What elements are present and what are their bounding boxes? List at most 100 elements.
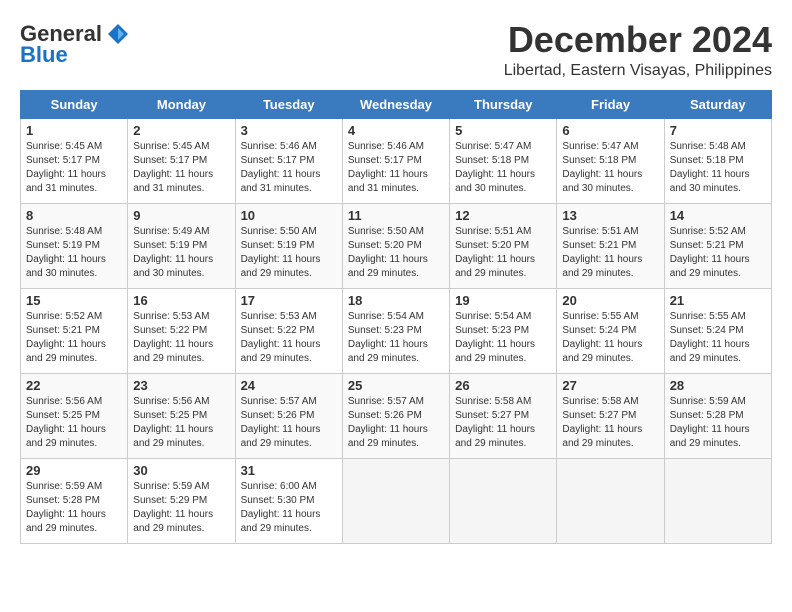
- day-detail: Sunrise: 5:57 AMSunset: 5:26 PMDaylight:…: [241, 395, 337, 451]
- day-detail: Sunrise: 5:50 AMSunset: 5:20 PMDaylight:…: [348, 225, 444, 281]
- day-number: 1: [26, 123, 122, 138]
- day-number: 22: [26, 378, 122, 393]
- calendar-cell: 4 Sunrise: 5:46 AMSunset: 5:17 PMDayligh…: [342, 118, 449, 203]
- week-row: 1 Sunrise: 5:45 AMSunset: 5:17 PMDayligh…: [21, 118, 772, 203]
- day-detail: Sunrise: 5:49 AMSunset: 5:19 PMDaylight:…: [133, 225, 229, 281]
- day-detail: Sunrise: 5:50 AMSunset: 5:19 PMDaylight:…: [241, 225, 337, 281]
- day-detail: Sunrise: 5:46 AMSunset: 5:17 PMDaylight:…: [348, 140, 444, 196]
- day-detail: Sunrise: 5:56 AMSunset: 5:25 PMDaylight:…: [26, 395, 122, 451]
- day-number: 14: [670, 208, 766, 223]
- calendar-cell: 8 Sunrise: 5:48 AMSunset: 5:19 PMDayligh…: [21, 203, 128, 288]
- month-title: December 2024: [504, 20, 772, 60]
- calendar-cell: 14 Sunrise: 5:52 AMSunset: 5:21 PMDaylig…: [664, 203, 771, 288]
- day-number: 7: [670, 123, 766, 138]
- day-number: 4: [348, 123, 444, 138]
- day-detail: Sunrise: 5:51 AMSunset: 5:21 PMDaylight:…: [562, 225, 658, 281]
- day-detail: Sunrise: 5:54 AMSunset: 5:23 PMDaylight:…: [348, 310, 444, 366]
- day-number: 19: [455, 293, 551, 308]
- day-detail: Sunrise: 5:48 AMSunset: 5:18 PMDaylight:…: [670, 140, 766, 196]
- day-detail: Sunrise: 5:48 AMSunset: 5:19 PMDaylight:…: [26, 225, 122, 281]
- calendar-cell: [664, 458, 771, 543]
- day-number: 3: [241, 123, 337, 138]
- day-number: 28: [670, 378, 766, 393]
- calendar-cell: 21 Sunrise: 5:55 AMSunset: 5:24 PMDaylig…: [664, 288, 771, 373]
- calendar-cell: 2 Sunrise: 5:45 AMSunset: 5:17 PMDayligh…: [128, 118, 235, 203]
- day-detail: Sunrise: 5:45 AMSunset: 5:17 PMDaylight:…: [26, 140, 122, 196]
- day-number: 10: [241, 208, 337, 223]
- day-number: 9: [133, 208, 229, 223]
- calendar-cell: 7 Sunrise: 5:48 AMSunset: 5:18 PMDayligh…: [664, 118, 771, 203]
- day-number: 15: [26, 293, 122, 308]
- day-number: 25: [348, 378, 444, 393]
- day-detail: Sunrise: 5:59 AMSunset: 5:29 PMDaylight:…: [133, 480, 229, 536]
- day-header-saturday: Saturday: [664, 90, 771, 118]
- day-header-sunday: Sunday: [21, 90, 128, 118]
- calendar-cell: 10 Sunrise: 5:50 AMSunset: 5:19 PMDaylig…: [235, 203, 342, 288]
- day-detail: Sunrise: 5:53 AMSunset: 5:22 PMDaylight:…: [133, 310, 229, 366]
- calendar-cell: [342, 458, 449, 543]
- calendar-cell: 11 Sunrise: 5:50 AMSunset: 5:20 PMDaylig…: [342, 203, 449, 288]
- day-number: 2: [133, 123, 229, 138]
- day-header-tuesday: Tuesday: [235, 90, 342, 118]
- day-number: 26: [455, 378, 551, 393]
- calendar-table: SundayMondayTuesdayWednesdayThursdayFrid…: [20, 90, 772, 544]
- day-number: 8: [26, 208, 122, 223]
- day-number: 5: [455, 123, 551, 138]
- day-number: 20: [562, 293, 658, 308]
- calendar-cell: 5 Sunrise: 5:47 AMSunset: 5:18 PMDayligh…: [450, 118, 557, 203]
- day-detail: Sunrise: 5:58 AMSunset: 5:27 PMDaylight:…: [455, 395, 551, 451]
- day-detail: Sunrise: 5:54 AMSunset: 5:23 PMDaylight:…: [455, 310, 551, 366]
- day-detail: Sunrise: 5:47 AMSunset: 5:18 PMDaylight:…: [455, 140, 551, 196]
- logo-blue-text: Blue: [20, 42, 68, 68]
- day-number: 21: [670, 293, 766, 308]
- day-detail: Sunrise: 5:57 AMSunset: 5:26 PMDaylight:…: [348, 395, 444, 451]
- day-detail: Sunrise: 5:45 AMSunset: 5:17 PMDaylight:…: [133, 140, 229, 196]
- location-title: Libertad, Eastern Visayas, Philippines: [504, 62, 772, 80]
- day-number: 18: [348, 293, 444, 308]
- day-number: 11: [348, 208, 444, 223]
- day-detail: Sunrise: 5:47 AMSunset: 5:18 PMDaylight:…: [562, 140, 658, 196]
- logo-icon: [104, 20, 132, 48]
- day-number: 6: [562, 123, 658, 138]
- week-row: 29 Sunrise: 5:59 AMSunset: 5:28 PMDaylig…: [21, 458, 772, 543]
- calendar-cell: 30 Sunrise: 5:59 AMSunset: 5:29 PMDaylig…: [128, 458, 235, 543]
- calendar-cell: 26 Sunrise: 5:58 AMSunset: 5:27 PMDaylig…: [450, 373, 557, 458]
- logo: General Blue: [20, 20, 132, 68]
- day-detail: Sunrise: 5:52 AMSunset: 5:21 PMDaylight:…: [670, 225, 766, 281]
- day-number: 17: [241, 293, 337, 308]
- calendar-cell: 3 Sunrise: 5:46 AMSunset: 5:17 PMDayligh…: [235, 118, 342, 203]
- calendar-cell: 16 Sunrise: 5:53 AMSunset: 5:22 PMDaylig…: [128, 288, 235, 373]
- day-number: 31: [241, 463, 337, 478]
- calendar-cell: [450, 458, 557, 543]
- calendar-cell: 27 Sunrise: 5:58 AMSunset: 5:27 PMDaylig…: [557, 373, 664, 458]
- week-row: 8 Sunrise: 5:48 AMSunset: 5:19 PMDayligh…: [21, 203, 772, 288]
- week-row: 22 Sunrise: 5:56 AMSunset: 5:25 PMDaylig…: [21, 373, 772, 458]
- day-header-thursday: Thursday: [450, 90, 557, 118]
- day-number: 24: [241, 378, 337, 393]
- day-detail: Sunrise: 5:53 AMSunset: 5:22 PMDaylight:…: [241, 310, 337, 366]
- title-area: December 2024 Libertad, Eastern Visayas,…: [504, 20, 772, 80]
- day-header-friday: Friday: [557, 90, 664, 118]
- calendar-cell: 31 Sunrise: 6:00 AMSunset: 5:30 PMDaylig…: [235, 458, 342, 543]
- calendar-cell: 1 Sunrise: 5:45 AMSunset: 5:17 PMDayligh…: [21, 118, 128, 203]
- calendar-cell: 22 Sunrise: 5:56 AMSunset: 5:25 PMDaylig…: [21, 373, 128, 458]
- calendar-cell: 20 Sunrise: 5:55 AMSunset: 5:24 PMDaylig…: [557, 288, 664, 373]
- day-detail: Sunrise: 5:59 AMSunset: 5:28 PMDaylight:…: [670, 395, 766, 451]
- day-detail: Sunrise: 5:58 AMSunset: 5:27 PMDaylight:…: [562, 395, 658, 451]
- calendar-cell: 18 Sunrise: 5:54 AMSunset: 5:23 PMDaylig…: [342, 288, 449, 373]
- calendar-cell: 25 Sunrise: 5:57 AMSunset: 5:26 PMDaylig…: [342, 373, 449, 458]
- calendar-cell: 17 Sunrise: 5:53 AMSunset: 5:22 PMDaylig…: [235, 288, 342, 373]
- calendar-cell: 15 Sunrise: 5:52 AMSunset: 5:21 PMDaylig…: [21, 288, 128, 373]
- calendar-cell: 13 Sunrise: 5:51 AMSunset: 5:21 PMDaylig…: [557, 203, 664, 288]
- day-header-monday: Monday: [128, 90, 235, 118]
- calendar-cell: 9 Sunrise: 5:49 AMSunset: 5:19 PMDayligh…: [128, 203, 235, 288]
- calendar-cell: 6 Sunrise: 5:47 AMSunset: 5:18 PMDayligh…: [557, 118, 664, 203]
- day-number: 23: [133, 378, 229, 393]
- day-number: 16: [133, 293, 229, 308]
- day-detail: Sunrise: 5:55 AMSunset: 5:24 PMDaylight:…: [670, 310, 766, 366]
- day-detail: Sunrise: 5:55 AMSunset: 5:24 PMDaylight:…: [562, 310, 658, 366]
- week-row: 15 Sunrise: 5:52 AMSunset: 5:21 PMDaylig…: [21, 288, 772, 373]
- day-number: 12: [455, 208, 551, 223]
- header: General Blue December 2024 Libertad, Eas…: [20, 20, 772, 80]
- calendar-cell: 29 Sunrise: 5:59 AMSunset: 5:28 PMDaylig…: [21, 458, 128, 543]
